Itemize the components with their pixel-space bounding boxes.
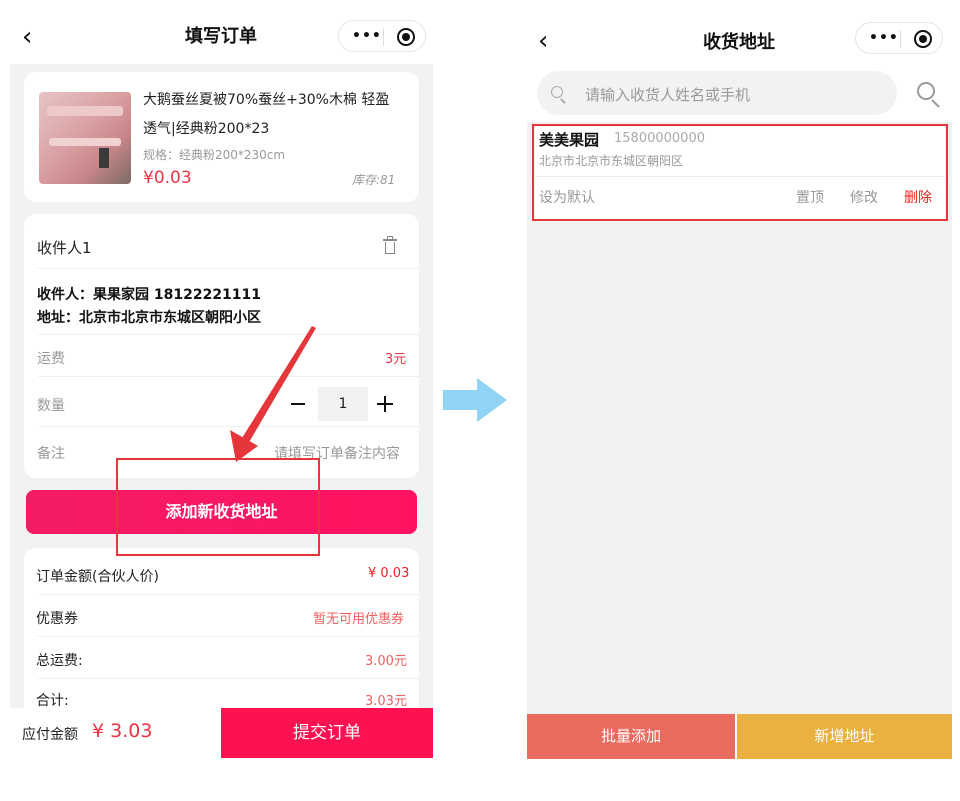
- nav-bar: ‹ 填写订单 •••: [10, 0, 433, 64]
- highlight-box: [116, 458, 320, 556]
- search-icon: [551, 86, 563, 98]
- address-list-screen: ‹ 收货地址 ••• 请输入收货人姓名或手机 美美果园 15800000000 …: [527, 0, 952, 801]
- divider: [38, 594, 419, 595]
- receiver-address-line: 地址：北京市北京市东城区朝阳小区: [37, 310, 261, 326]
- more-dots-icon[interactable]: •••: [352, 28, 382, 44]
- remark-label: 备注: [37, 446, 65, 462]
- chevron-left-icon[interactable]: ‹: [538, 28, 552, 54]
- summary-value: 3.00元: [365, 654, 407, 669]
- shipping-value: 3元: [385, 352, 407, 367]
- capsule-divider: [383, 28, 384, 46]
- target-circle-icon[interactable]: [397, 28, 415, 46]
- mini-program-capsule: •••: [855, 22, 943, 54]
- transition-arrow-icon: [443, 378, 507, 422]
- search-input[interactable]: 请输入收货人姓名或手机: [585, 84, 750, 105]
- target-circle-icon[interactable]: [914, 30, 932, 48]
- page-title: 填写订单: [185, 26, 257, 47]
- divider: [38, 678, 419, 679]
- summary-label: 合计:: [36, 693, 69, 709]
- summary-label: 优惠券: [36, 611, 78, 627]
- search-icon-handle: [931, 99, 940, 108]
- payable-amount: ¥ 3.03: [92, 720, 153, 742]
- order-form-screen: ‹ 填写订单 ••• 大鹅蚕丝夏被70%蚕丝+30%木棉 轻盈 透气|经典粉20…: [10, 0, 433, 801]
- quantity-label: 数量: [37, 398, 65, 414]
- receiver-name-line: 收件人：果果家园 18122221111: [37, 287, 262, 303]
- page-title: 收货地址: [703, 32, 775, 53]
- chevron-left-icon[interactable]: ‹: [22, 24, 36, 50]
- summary-value: ¥ 0.03: [368, 566, 410, 581]
- summary-value: 3.03元: [365, 694, 407, 709]
- batch-add-button[interactable]: 批量添加: [527, 714, 735, 759]
- search-icon-handle: [560, 98, 566, 104]
- pointer-arrow: [230, 326, 316, 462]
- highlight-box: [532, 124, 948, 221]
- quantity-input[interactable]: 1: [318, 387, 368, 421]
- product-price: ¥0.03: [143, 168, 192, 188]
- product-image: [39, 92, 131, 184]
- new-address-button[interactable]: 新增地址: [737, 714, 952, 759]
- divider: [38, 636, 419, 637]
- divider: [38, 426, 419, 427]
- shipping-label: 运费: [37, 351, 65, 367]
- product-stock: 库存:81: [352, 173, 396, 187]
- summary-label: 订单金额(合伙人价): [36, 569, 159, 585]
- summary-label: 总运费:: [36, 653, 83, 669]
- divider: [38, 376, 419, 377]
- product-spec: 规格：经典粉200*230cm: [143, 148, 286, 162]
- more-dots-icon[interactable]: •••: [869, 30, 899, 46]
- submit-order-button[interactable]: 提交订单: [221, 708, 433, 758]
- mini-program-capsule: •••: [338, 20, 426, 52]
- trash-icon[interactable]: [383, 236, 397, 254]
- search-icon[interactable]: [917, 82, 935, 100]
- divider: [38, 268, 419, 269]
- product-name-line1: 大鹅蚕丝夏被70%蚕丝+30%木棉 轻盈: [143, 92, 390, 108]
- receiver-header: 收件人1: [37, 239, 92, 257]
- payable-label: 应付金额: [22, 727, 78, 743]
- product-name-line2: 透气|经典粉200*23: [143, 121, 270, 137]
- coupon-value[interactable]: 暂无可用优惠券: [313, 608, 404, 627]
- plus-icon-vertical[interactable]: [384, 396, 386, 412]
- search-input-box[interactable]: 请输入收货人姓名或手机: [537, 71, 897, 115]
- divider: [38, 334, 419, 335]
- capsule-divider: [900, 30, 901, 48]
